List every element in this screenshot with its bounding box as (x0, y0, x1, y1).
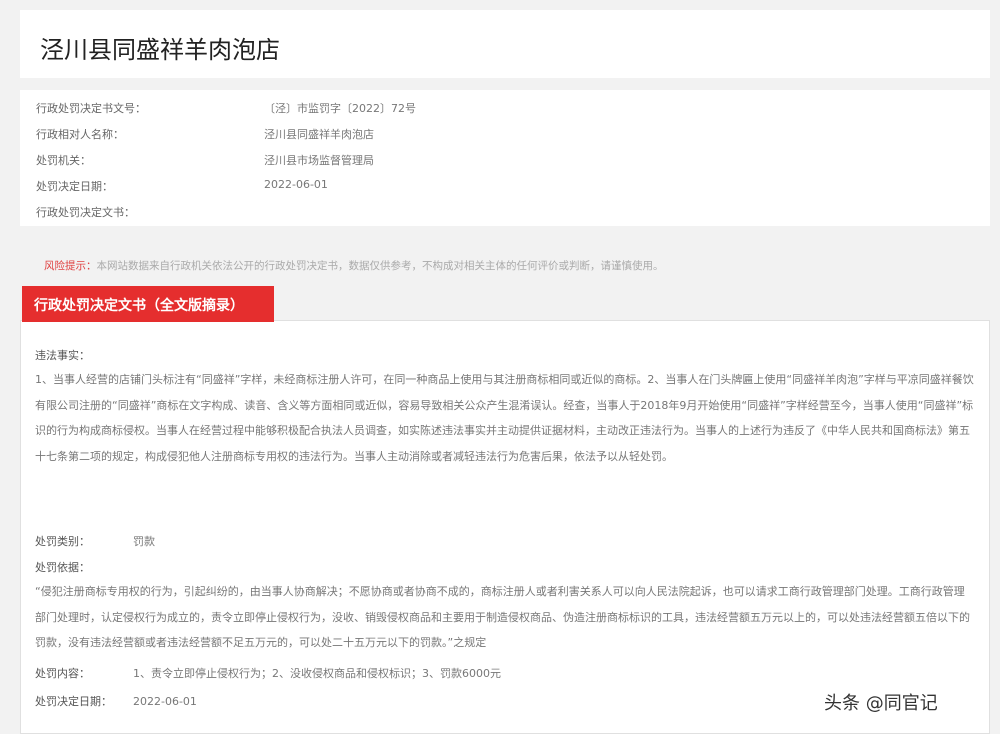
penalty-type-value: 罚款 (133, 535, 155, 548)
penalty-date-row: 处罚决定日期： 2022-06-01 (35, 693, 197, 709)
basis-heading: 处罚依据： (35, 561, 90, 574)
facts-heading: 违法事实： (35, 349, 90, 362)
penalty-content-value: 1、责令立即停止侵权行为；2、没收侵权商品和侵权标识；3、罚款6000元 (133, 667, 501, 680)
penalty-date-value: 2022-06-01 (133, 695, 197, 708)
penalty-date-label: 处罚决定日期： (35, 695, 112, 708)
info-label: 行政相对人名称： (36, 128, 124, 141)
info-value: 〔泾〕市监罚字〔2022〕72号 (264, 102, 416, 115)
penalty-content-label: 处罚内容： (35, 667, 90, 680)
info-card: 行政处罚决定书文号： 〔泾〕市监罚字〔2022〕72号 行政相对人名称： 泾川县… (20, 90, 990, 226)
risk-notice-text: 本网站数据来自行政机关依法公开的行政处罚决定书，数据仅供参考，不构成对相关主体的… (96, 260, 664, 272)
document-box: 违法事实： 1、当事人经营的店铺门头标注有“同盛祥”字样，未经商标注册人许可，在… (20, 320, 990, 734)
risk-notice-tag: 风险提示： (44, 260, 97, 272)
penalty-type-row: 处罚类别： 罚款 (35, 533, 155, 549)
info-value: 泾川县同盛祥羊肉泡店 (264, 128, 374, 141)
info-value: 2022-06-01 (264, 178, 328, 191)
risk-notice: 风险提示：本网站数据来自行政机关依法公开的行政处罚决定书，数据仅供参考，不构成对… (44, 258, 664, 273)
basis-text: “侵犯注册商标专用权的行为，引起纠纷的，由当事人协商解决；不愿协商或者协商不成的… (35, 585, 970, 649)
info-label: 行政处罚决定书文号： (36, 102, 146, 115)
page-title: 泾川县同盛祥羊肉泡店 (40, 36, 280, 64)
facts-text: 1、当事人经营的店铺门头标注有“同盛祥”字样，未经商标注册人许可，在同一种商品上… (35, 373, 974, 463)
info-label: 处罚机关： (36, 154, 91, 167)
document-tab[interactable]: 行政处罚决定文书（全文版摘录） (22, 286, 274, 322)
penalty-type-label: 处罚类别： (35, 535, 90, 548)
watermark: 头条 @同官记 (824, 693, 938, 714)
info-label: 处罚决定日期： (36, 180, 113, 193)
info-label: 行政处罚决定文书： (36, 206, 135, 219)
penalty-content-row: 处罚内容： 1、责令立即停止侵权行为；2、没收侵权商品和侵权标识；3、罚款6000… (35, 665, 501, 681)
title-card: 泾川县同盛祥羊肉泡店 (20, 10, 990, 78)
info-value: 泾川县市场监督管理局 (264, 154, 374, 167)
